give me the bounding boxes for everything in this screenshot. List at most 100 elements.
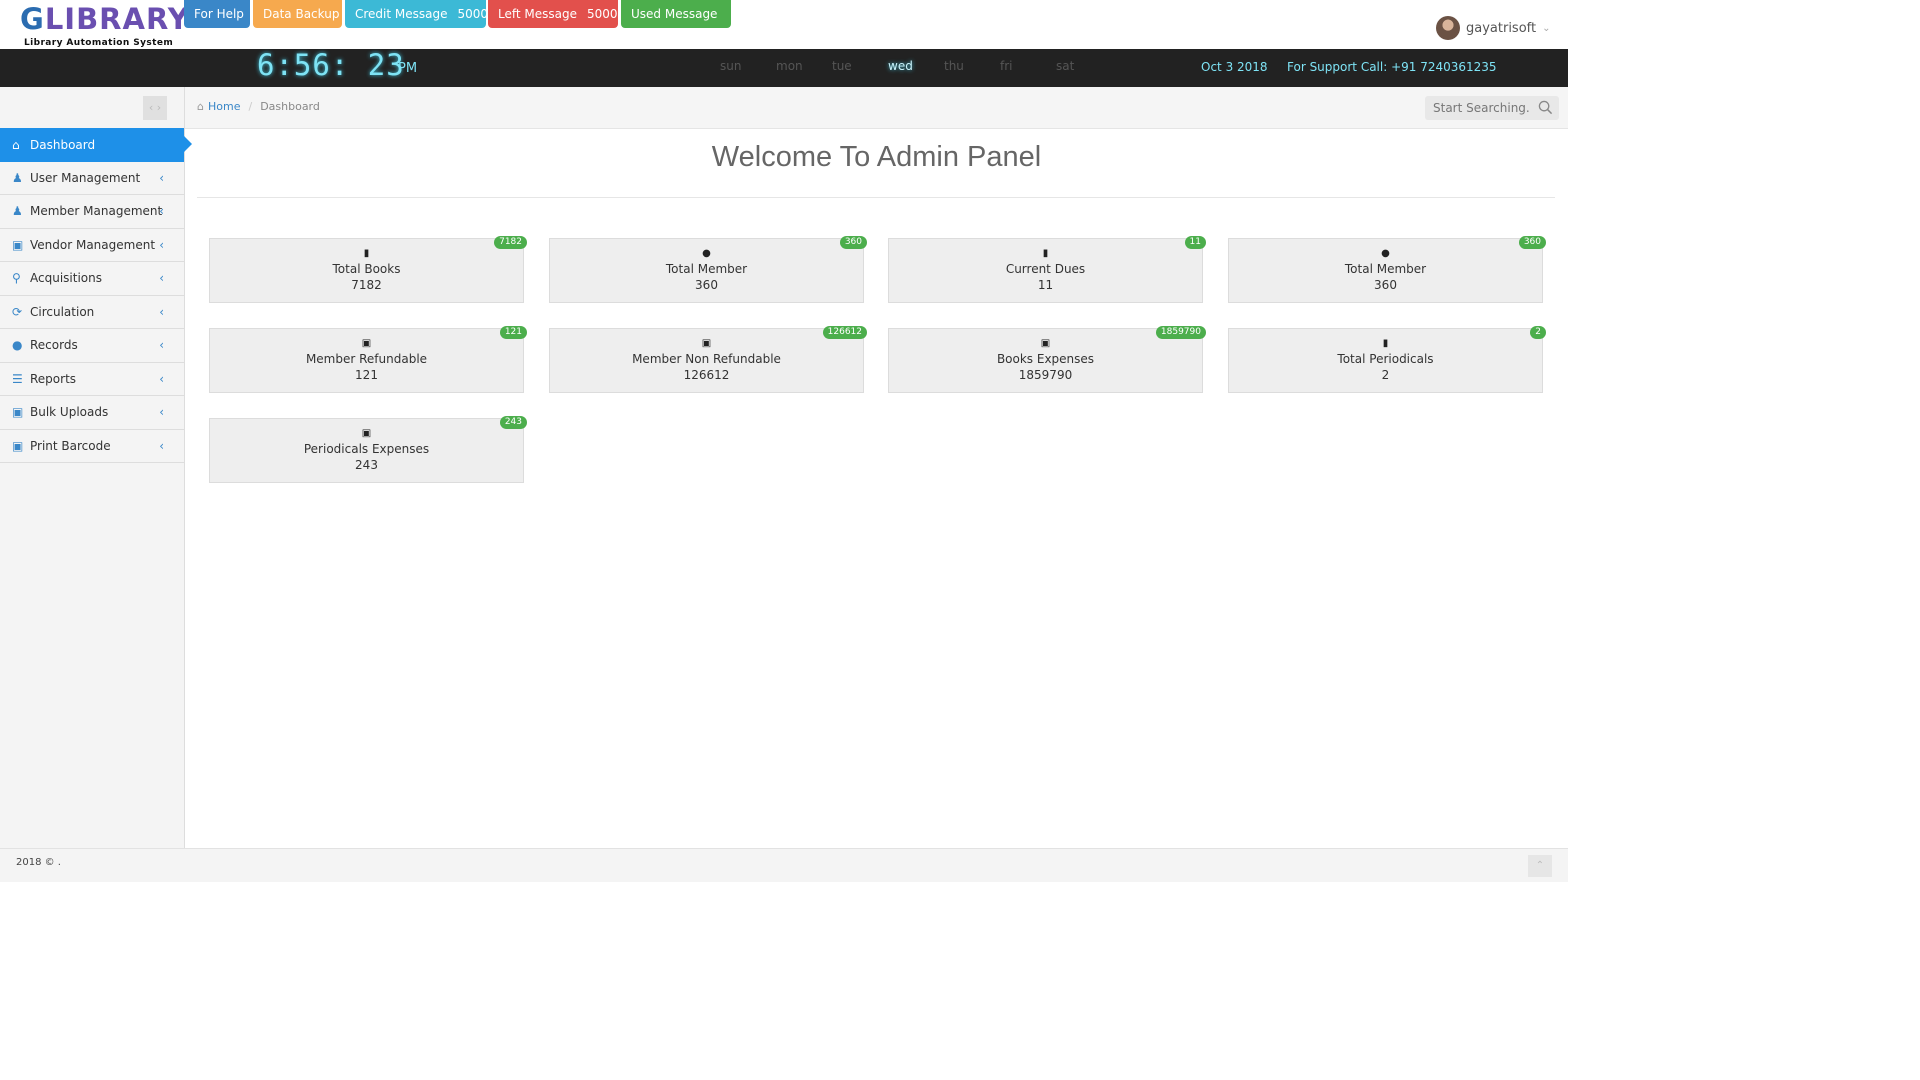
logo-prefix: G	[20, 2, 45, 36]
chevron-left-icon: ‹	[159, 405, 164, 419]
layers-icon: ☰	[12, 371, 23, 386]
count-badge: 2	[1530, 326, 1546, 339]
breadcrumb: ⌂ Home / Dashboard	[197, 100, 320, 113]
user-menu[interactable]: gayatrisoft ⌄	[1436, 15, 1551, 41]
members-icon: ♟	[12, 204, 23, 219]
page-title: Welcome To Admin Panel	[711, 141, 1042, 173]
left-message-button[interactable]: Left Message 5000	[488, 0, 618, 28]
stat-card-periodicals-expenses[interactable]: 243 ▣ Periodicals Expenses 243	[209, 416, 527, 483]
credit-message-count: 5000	[457, 7, 489, 21]
credit-message-button[interactable]: Credit Message 5000	[345, 0, 489, 28]
chevron-left-icon: ‹	[159, 170, 164, 185]
help-button[interactable]: For Help	[184, 0, 250, 28]
sidebar-item-circulation[interactable]: ⟳ Circulation ‹	[0, 296, 184, 329]
sidebar-item-bulk-uploads[interactable]: ▣ Bulk Uploads ‹	[0, 396, 184, 430]
sidebar-item-print-barcode[interactable]: ▣ Print Barcode ‹	[0, 430, 184, 463]
weekday-wed: wed	[888, 59, 913, 73]
weekday-tue: tue	[832, 59, 852, 73]
stat-card-total-books[interactable]: 7182 ▮ Total Books 7182	[209, 236, 527, 303]
top-bar: GLIBRARY Library Automation System For H…	[0, 0, 1568, 49]
count-badge: 243	[499, 416, 527, 429]
clock-time: 6:56: 23	[257, 48, 405, 82]
stat-card-member-non-refundable[interactable]: 126612 ▣ Member Non Refundable 126612	[549, 326, 867, 393]
stat-card-total-periodicals[interactable]: 2 ▮ Total Periodicals 2	[1228, 326, 1546, 393]
sidebar-item-records[interactable]: ● Records ‹	[0, 329, 184, 363]
sidebar-item-member-management[interactable]: ♟ Member Management ‹	[0, 195, 184, 229]
key-icon: ⚲	[12, 271, 21, 286]
home-icon: ⌂	[197, 100, 204, 113]
sidebar-item-label: Bulk Uploads	[30, 405, 109, 420]
weekday-sat: sat	[1056, 59, 1075, 73]
search-icon[interactable]	[1538, 100, 1553, 115]
count-badge: 7182	[494, 236, 527, 249]
scroll-to-top-button[interactable]: ⌃	[1528, 855, 1552, 877]
count-badge: 360	[839, 236, 867, 249]
chevron-left-icon: ‹	[159, 204, 164, 218]
clock-ampm: PM	[398, 61, 418, 76]
chevron-down-icon: ⌄	[1542, 22, 1551, 34]
stat-card-member-refundable[interactable]: 121 ▣ Member Refundable 121	[209, 326, 527, 393]
weekday-sun: sun	[720, 59, 742, 73]
info-icon: ●	[12, 338, 23, 353]
avatar	[1436, 16, 1460, 40]
sidebar-item-label: Acquisitions	[30, 271, 102, 286]
card-title: Periodicals Expenses	[303, 442, 430, 456]
sidebar-item-label: Reports	[30, 371, 77, 386]
sidebar-toggle-button[interactable]: ‹ ›	[143, 96, 167, 120]
sidebar: ‹ › ⌂ Dashboard ♟ User Management ‹ ♟ Me…	[0, 87, 192, 882]
sidebar-item-reports[interactable]: ☰ Reports ‹	[0, 363, 184, 396]
card-value: 1859790	[1018, 368, 1073, 382]
footer-copyright: 2018 © .	[16, 857, 61, 868]
monitor-icon: ▣	[12, 237, 24, 252]
stat-card-total-member-2[interactable]: 360 ● Total Member 360	[1228, 236, 1546, 303]
card-title: Books Expenses	[996, 352, 1095, 366]
monitor-icon: ▣	[12, 405, 24, 420]
current-date: Oct 3 2018	[1201, 60, 1268, 74]
breadcrumb-bar: ⌂ Home / Dashboard	[185, 87, 1568, 129]
sidebar-item-user-management[interactable]: ♟ User Management ‹	[0, 162, 184, 195]
breadcrumb-separator: /	[248, 100, 253, 113]
data-backup-button[interactable]: Data Backup	[253, 0, 342, 28]
breadcrumb-home-link[interactable]: Home	[208, 100, 240, 113]
search-input[interactable]	[1425, 96, 1531, 120]
chevron-left-icon: ‹	[159, 338, 164, 352]
card-title: Total Member	[665, 262, 748, 276]
weekday-list: sun mon tue wed thu fri sat	[720, 59, 1112, 73]
count-badge: 1859790	[1155, 326, 1206, 339]
stat-card-current-dues[interactable]: 11 ▮ Current Dues 11	[888, 236, 1206, 303]
sidebar-item-label: User Management	[30, 170, 141, 185]
card-title: Total Periodicals	[1337, 352, 1434, 366]
sidebar-item-vendor-management[interactable]: ▣ Vendor Management ‹	[0, 229, 184, 262]
sidebar-item-label: Circulation	[30, 304, 95, 319]
book-icon: ▮	[1042, 248, 1049, 259]
stat-card-books-expenses[interactable]: 1859790 ▣ Books Expenses 1859790	[888, 326, 1206, 393]
sidebar-nav: ⌂ Dashboard ♟ User Management ‹ ♟ Member…	[0, 128, 192, 463]
left-message-label: Left Message	[498, 7, 577, 21]
chevron-left-icon: ‹	[159, 438, 164, 453]
sidebar-item-label: Print Barcode	[30, 438, 111, 453]
user-name: gayatrisoft	[1466, 20, 1537, 36]
refresh-icon: ⟳	[12, 304, 23, 319]
sidebar-item-dashboard[interactable]: ⌂ Dashboard	[0, 128, 192, 162]
chevron-left-icon: ‹	[159, 371, 164, 386]
users-icon: ♟	[12, 170, 23, 185]
left-message-count: 5000	[586, 7, 618, 21]
count-badge: 11	[1184, 236, 1206, 249]
home-icon: ⌂	[12, 137, 20, 152]
logo-subtitle: Library Automation System	[24, 38, 174, 48]
sidebar-item-acquisitions[interactable]: ⚲ Acquisitions ‹	[0, 262, 184, 296]
monitor-icon: ▣	[12, 438, 24, 453]
card-title: Member Non Refundable	[632, 352, 781, 366]
breadcrumb-current: Dashboard	[260, 100, 320, 113]
clock-bar: 6:56: 23 PM sun mon tue wed thu fri sat …	[0, 49, 1568, 87]
sidebar-item-label: Vendor Management	[30, 237, 156, 252]
weekday-mon: mon	[776, 59, 803, 73]
money-icon: ▣	[701, 338, 712, 349]
used-message-button[interactable]: Used Message	[621, 0, 731, 28]
sidebar-item-label: Member Management	[30, 204, 163, 219]
divider	[197, 197, 1555, 198]
logo[interactable]: GLIBRARY Library Automation System	[20, 2, 189, 48]
user-icon: ●	[1381, 248, 1390, 259]
stat-card-total-member[interactable]: 360 ● Total Member 360	[549, 236, 867, 303]
money-icon: ▣	[361, 338, 372, 349]
